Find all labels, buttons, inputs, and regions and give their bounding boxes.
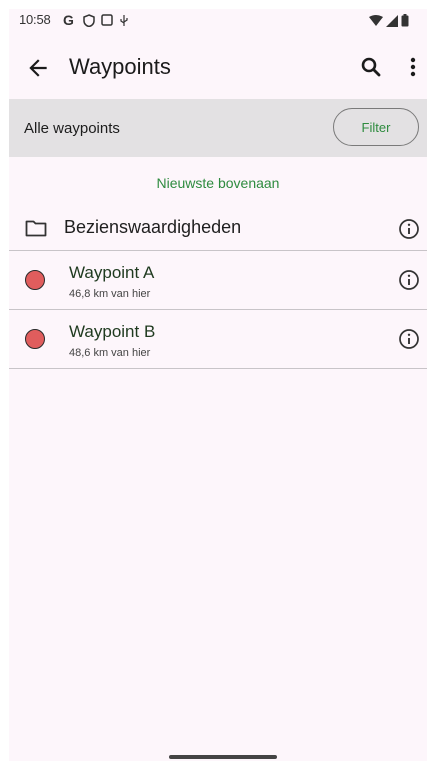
waypoint-marker-icon <box>25 270 45 290</box>
gesture-home-bar[interactable] <box>169 755 277 759</box>
waypoint-distance: 48,6 km van hier <box>69 347 151 359</box>
more-vert-icon[interactable] <box>405 55 421 79</box>
waypoint-name: Waypoint B <box>69 322 156 341</box>
filter-bar: Alle waypoints Filter <box>9 99 427 157</box>
waypoint-distance: 46,8 km van hier <box>69 288 151 300</box>
info-icon[interactable] <box>398 269 420 291</box>
page-title: Waypoints <box>69 54 171 79</box>
app-screen: 10:58 G Waypoints Alle waypoints Filter … <box>9 9 427 761</box>
info-icon[interactable] <box>398 218 420 240</box>
filter-label: Alle waypoints <box>24 120 120 137</box>
back-arrow-icon[interactable] <box>25 55 51 81</box>
usb-icon <box>120 14 128 26</box>
google-icon: G <box>63 13 74 27</box>
search-icon[interactable] <box>359 55 383 79</box>
status-icons-right <box>369 14 409 27</box>
waypoint-name: Waypoint A <box>69 263 155 282</box>
battery-icon <box>401 14 409 27</box>
sort-order-button[interactable]: Nieuwste bovenaan <box>9 175 427 191</box>
waypoint-row[interactable]: Waypoint B 48,6 km van hier <box>9 310 427 368</box>
svg-text:G: G <box>63 13 74 27</box>
status-bar: 10:58 G <box>9 9 427 33</box>
status-time: 10:58 <box>19 12 51 27</box>
info-icon[interactable] <box>398 328 420 350</box>
status-icons-left: G <box>63 13 129 27</box>
shield-icon <box>83 13 95 27</box>
waypoint-row[interactable]: Waypoint A 46,8 km van hier <box>9 251 427 309</box>
screen-icon <box>101 14 113 26</box>
folder-icon <box>25 220 47 237</box>
filter-button[interactable]: Filter <box>333 108 419 146</box>
folder-row[interactable]: Bezienswaardigheden <box>9 208 427 250</box>
wifi-icon <box>369 14 383 26</box>
waypoint-marker-icon <box>25 329 45 349</box>
signal-icon <box>386 14 398 27</box>
divider <box>9 368 427 369</box>
app-bar: Waypoints <box>9 45 427 93</box>
folder-title: Bezienswaardigheden <box>64 217 242 237</box>
